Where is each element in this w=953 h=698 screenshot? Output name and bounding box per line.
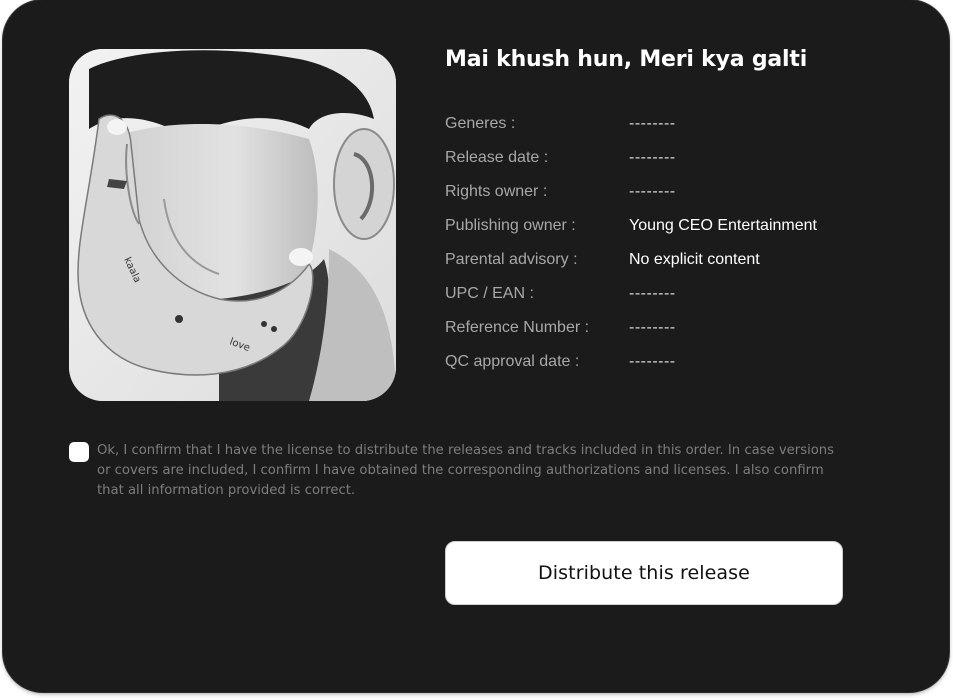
license-confirm-text: Ok, I confirm that I have the license to… (97, 443, 835, 498)
detail-row-release-date: Release date : -------- (445, 141, 905, 175)
distribute-release-button[interactable]: Distribute this release (445, 541, 843, 605)
release-artwork: kaala love (69, 49, 396, 401)
detail-row-rights-owner: Rights owner : -------- (445, 175, 905, 209)
detail-row-qc-approval-date: QC approval date : -------- (445, 345, 905, 379)
detail-label: QC approval date : (445, 353, 580, 370)
license-confirm-checkbox[interactable] (69, 442, 89, 462)
detail-value: -------- (629, 319, 676, 336)
detail-value: -------- (629, 149, 676, 166)
detail-row-genres: Generes : -------- (445, 107, 905, 141)
release-details-list: Generes : -------- Release date : ------… (445, 107, 905, 379)
artwork-image: kaala love (69, 49, 396, 401)
release-summary-card: kaala love Mai khush hun, Meri kya galti… (3, 0, 949, 692)
detail-row-publishing-owner: Publishing owner : Young CEO Entertainme… (445, 209, 905, 243)
detail-value: -------- (629, 353, 676, 370)
detail-label: Reference Number : (445, 319, 590, 336)
detail-value: -------- (629, 115, 676, 132)
detail-row-parental-advisory: Parental advisory : No explicit content (445, 243, 905, 277)
detail-label: Publishing owner : (445, 217, 576, 234)
release-title: Mai khush hun, Meri kya galti (445, 47, 808, 72)
license-confirmation: Ok, I confirm that I have the license to… (69, 441, 849, 501)
detail-row-reference-number: Reference Number : -------- (445, 311, 905, 345)
detail-label: Rights owner : (445, 183, 548, 200)
detail-label: Generes : (445, 115, 516, 132)
detail-row-upc-ean: UPC / EAN : -------- (445, 277, 905, 311)
detail-label: Parental advisory : (445, 251, 578, 268)
detail-label: Release date : (445, 149, 549, 166)
detail-value: -------- (629, 285, 676, 302)
detail-value: -------- (629, 183, 676, 200)
detail-value: Young CEO Entertainment (629, 217, 817, 234)
detail-label: UPC / EAN : (445, 285, 534, 302)
detail-value: No explicit content (629, 251, 760, 268)
